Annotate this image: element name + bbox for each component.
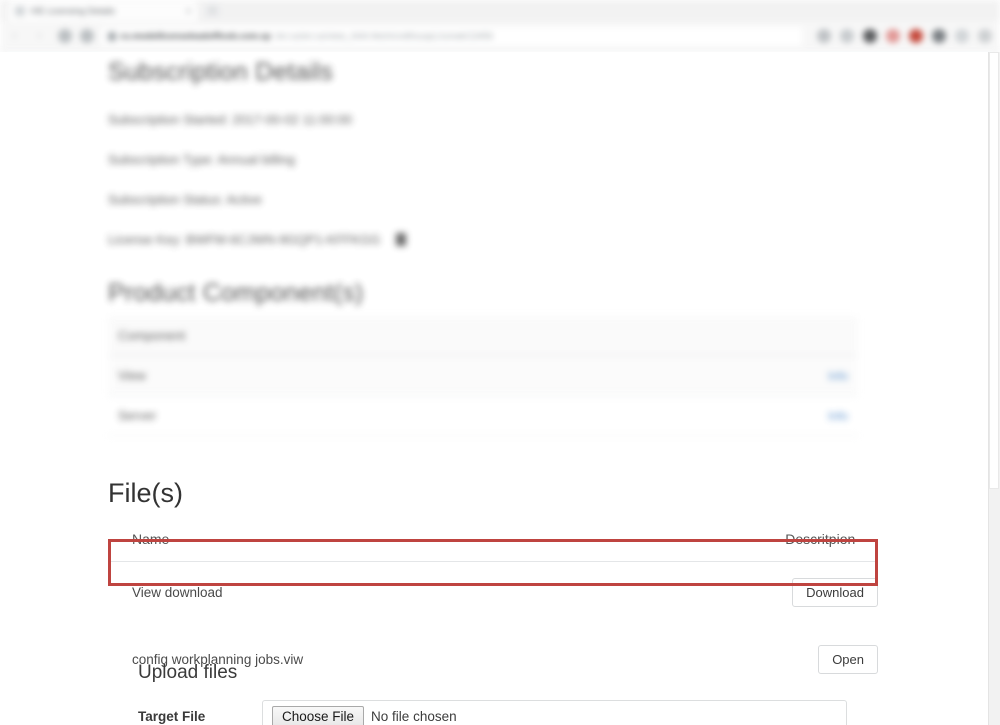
upload-title: Upload files <box>138 662 238 683</box>
menu-icon[interactable] <box>978 29 992 43</box>
subscription-section: Subscription Details Subscription Starte… <box>108 58 880 436</box>
target-file-label: Target File <box>138 708 206 724</box>
table-row: Server Info <box>108 395 858 436</box>
files-header-row: Name Descritpion <box>108 531 878 562</box>
file-action-cell: Download <box>311 562 878 624</box>
profile-icon[interactable] <box>840 29 854 43</box>
copy-icon[interactable] <box>395 233 406 246</box>
page-content: Subscription Details Subscription Starte… <box>108 52 880 696</box>
favicon-icon <box>15 6 25 16</box>
component-link-cell: Info <box>622 355 858 396</box>
scrollbar-thumb[interactable] <box>989 52 999 489</box>
target-file-row: Target File Choose File No file chosen <box>138 700 858 725</box>
license-key-label: License Key: BWFM-6CJWN-9GQP1-KFFKGG <box>108 232 381 247</box>
choose-file-button[interactable]: Choose File <box>272 705 365 725</box>
table-row: View download Download <box>108 562 878 624</box>
url-host: cs.modellicenseleadofficeb.com.sp <box>120 31 272 41</box>
extension-dark-icon[interactable] <box>863 29 877 43</box>
component-name: View <box>108 355 623 396</box>
home-icon[interactable] <box>80 29 94 43</box>
upload-section: Upload files Target File Choose File No … <box>138 662 858 725</box>
component-link[interactable]: Info <box>828 369 848 383</box>
extension-blue-grey-icon[interactable] <box>932 29 946 43</box>
subscription-type: Subscription Type: Annual billing <box>108 152 295 167</box>
no-file-chosen-text: No file chosen <box>371 708 457 724</box>
component-column-header: Component <box>108 316 623 356</box>
url-path: /en-us/en-us/view_AAA-fetch/cre8/suspL/c… <box>275 31 494 41</box>
component-link[interactable]: Info <box>828 409 848 423</box>
files-name-column-header: Name <box>108 531 312 562</box>
page-viewport: Subscription Details Subscription Starte… <box>0 52 988 725</box>
components-table: Component View Info Server Info <box>108 316 858 436</box>
download-button[interactable]: Download <box>792 578 878 607</box>
tab-strip: VIE Licensing Details × + <box>0 0 1000 21</box>
browser-tab[interactable]: VIE Licensing Details × <box>8 1 198 21</box>
close-icon[interactable]: × <box>186 6 191 16</box>
lock-icon <box>108 31 116 41</box>
reload-icon[interactable] <box>58 29 72 43</box>
subscription-started: Subscription Started: 2017-00-02 11:00:0… <box>108 112 353 127</box>
subscription-status: Subscription Status: Active <box>108 192 262 207</box>
tab-title: VIE Licensing Details <box>30 6 116 16</box>
new-tab-button[interactable]: + <box>205 4 220 18</box>
browser-toolbar: ‹ › cs.modellicenseleadofficeb.com.sp /e… <box>0 21 1000 52</box>
files-description-column-header: Descritpion <box>311 531 878 562</box>
extension-grey-icon[interactable] <box>955 29 969 43</box>
extension-red-light-icon[interactable] <box>886 29 900 43</box>
component-name: Server <box>108 395 623 436</box>
table-header-row: Component <box>108 316 858 356</box>
address-bar[interactable]: cs.modellicenseleadofficeb.com.sp /en-us… <box>102 26 802 46</box>
extension-red-icon[interactable] <box>909 29 923 43</box>
components-title: Product Component(s) <box>108 279 364 307</box>
component-link-cell: Info <box>622 395 858 436</box>
browser-chrome: VIE Licensing Details × + ‹ › cs.modelli… <box>0 0 1000 52</box>
file-name: View download <box>132 585 223 600</box>
omnibox-blank <box>497 29 628 43</box>
license-key-row: License Key: BWFM-6CJWN-9GQP1-KFFKGG <box>108 232 880 247</box>
star-icon[interactable] <box>817 29 831 43</box>
files-title: File(s) <box>108 478 183 508</box>
back-icon[interactable]: ‹ <box>8 30 21 43</box>
component-link-column-header <box>622 316 858 356</box>
forward-icon[interactable]: › <box>33 30 46 43</box>
table-row: View Info <box>108 355 858 396</box>
file-input[interactable]: Choose File No file chosen <box>262 700 847 725</box>
browser-window: VIE Licensing Details × + ‹ › cs.modelli… <box>0 0 1000 725</box>
scrollbar-track[interactable] <box>988 52 1000 725</box>
subscription-title: Subscription Details <box>108 58 333 86</box>
